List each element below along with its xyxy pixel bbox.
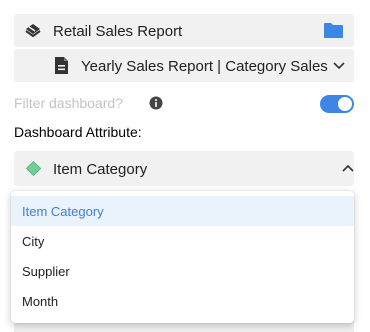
toggle-knob — [338, 97, 352, 111]
attribute-selected-value: Item Category — [53, 161, 148, 178]
menu-option-city[interactable]: City — [11, 226, 354, 256]
dashboard-picker-panel: Retail Sales Report Yearly Sales Report … — [0, 0, 370, 332]
report-name: Retail Sales Report — [53, 23, 183, 40]
attribute-dropdown-menu: Item Category City Supplier Month — [11, 191, 354, 323]
dashboard-selector[interactable]: Yearly Sales Report | Category Sales — [14, 49, 354, 82]
chevron-down-icon[interactable] — [332, 61, 346, 70]
dashboard-attribute-heading: Dashboard Attribute: — [14, 124, 142, 140]
info-icon[interactable] — [149, 96, 163, 110]
folder-icon[interactable] — [323, 22, 344, 39]
attribute-select[interactable]: Item Category — [14, 151, 354, 186]
report-stack-icon — [25, 24, 41, 38]
diamond-icon — [26, 161, 41, 176]
dashboard-name: Yearly Sales Report | Category Sales — [81, 58, 328, 75]
filter-toggle[interactable] — [320, 95, 354, 113]
filter-dashboard-label: Filter dashboard? — [14, 95, 123, 111]
chevron-up-icon[interactable] — [341, 164, 355, 173]
report-selector[interactable]: Retail Sales Report — [14, 14, 354, 47]
menu-option-item-category[interactable]: Item Category — [11, 196, 354, 226]
document-icon — [55, 57, 68, 74]
menu-option-supplier[interactable]: Supplier — [11, 256, 354, 286]
menu-option-month[interactable]: Month — [11, 286, 354, 316]
